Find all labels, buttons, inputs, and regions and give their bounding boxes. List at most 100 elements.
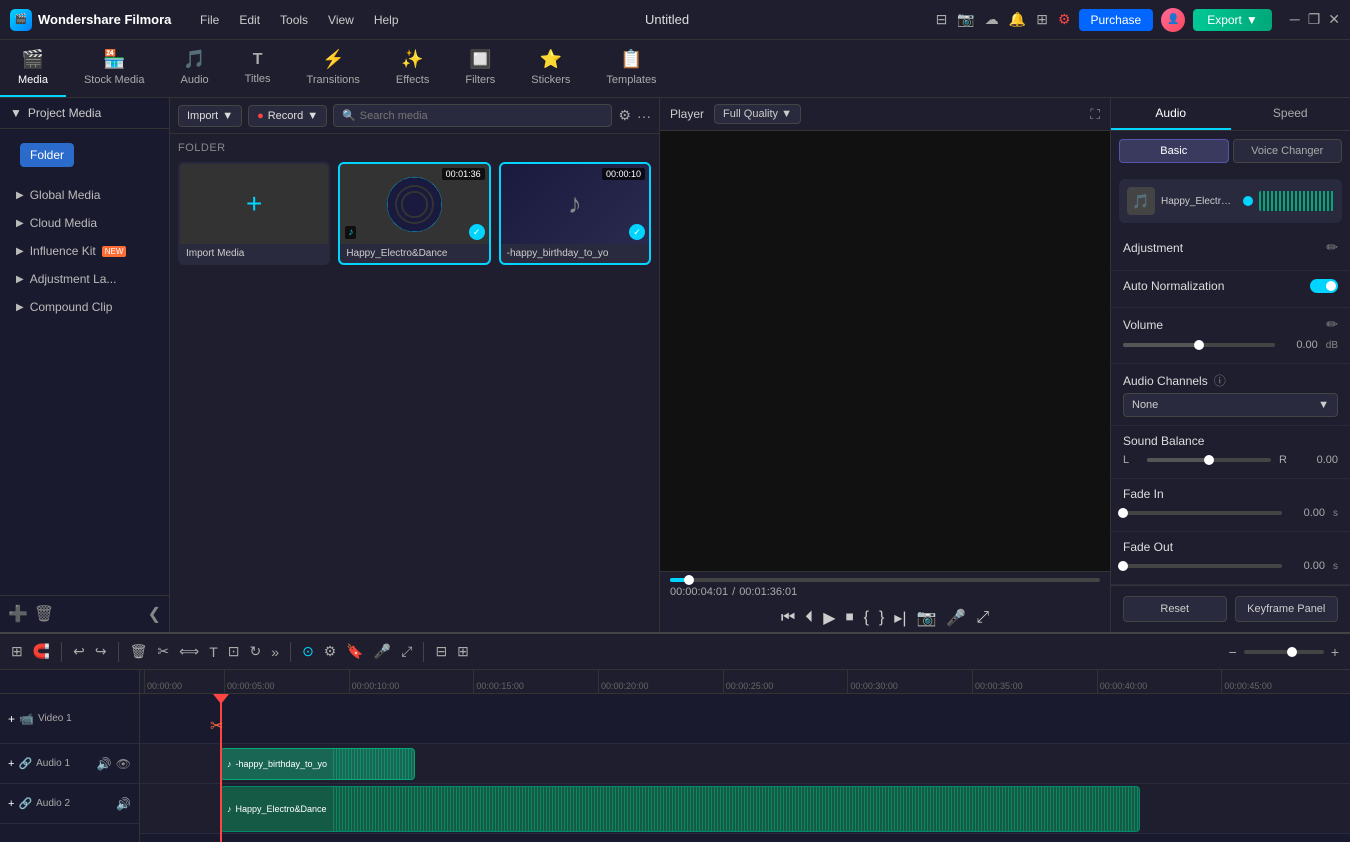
add-folder-icon[interactable]: ➕ — [8, 604, 28, 624]
project-media-header[interactable]: ▼ Project Media — [0, 98, 169, 129]
fade-out-slider[interactable] — [1123, 564, 1282, 568]
track-audio2-vol-icon[interactable]: 🔊 — [116, 797, 131, 811]
tl-crop-icon[interactable]: ⊡ — [225, 640, 243, 663]
tl-magnet-icon[interactable]: 🧲 — [30, 640, 53, 663]
track-audio1-add-icon[interactable]: + — [8, 758, 14, 770]
menu-view[interactable]: View — [328, 13, 354, 27]
tl-fit-icon[interactable]: ⤢ — [398, 640, 415, 663]
sidebar-item-adjustment-la[interactable]: ▶ Adjustment La... — [0, 265, 169, 293]
cloud-icon[interactable]: ☁ — [985, 11, 999, 28]
tab-transitions[interactable]: ⚡ Transitions — [289, 40, 378, 97]
window-restore-icon[interactable]: ❐ — [1308, 11, 1321, 28]
audio-clip-electro[interactable]: ♪ Happy_Electro&Dance — [220, 786, 1140, 832]
in-point-icon[interactable]: { — [864, 609, 869, 627]
tab-titles[interactable]: T Titles — [227, 40, 289, 97]
tab-templates[interactable]: 📋 Templates — [588, 40, 674, 97]
track-audio2-link-icon[interactable]: 🔗 — [18, 797, 32, 810]
search-input[interactable] — [360, 110, 604, 122]
fullscreen-icon[interactable]: ⛶ — [1090, 106, 1100, 123]
skip-back-icon[interactable]: ⏮ — [781, 609, 795, 627]
export-button[interactable]: Export ▼ — [1193, 9, 1272, 31]
adjustment-edit-icon[interactable]: ✏ — [1326, 239, 1338, 256]
window-close-icon[interactable]: ✕ — [1328, 11, 1340, 28]
keyframe-panel-button[interactable]: Keyframe Panel — [1235, 596, 1339, 622]
happy-birthday-item[interactable]: ♪ 00:00:10 ✓ -happy_birthday_to_yo — [499, 162, 651, 265]
tl-layout-icon[interactable]: ⊟ — [432, 640, 450, 663]
out-point-icon[interactable]: } — [879, 609, 884, 627]
track-audio1-vol-icon[interactable]: 🔊 — [97, 757, 112, 771]
tl-rotate-icon[interactable]: ↻ — [247, 640, 265, 663]
track-audio1-eye-icon[interactable]: 👁 — [116, 757, 131, 771]
menu-file[interactable]: File — [200, 13, 219, 27]
tl-select-icon[interactable]: ⊞ — [8, 640, 26, 663]
tab-filters[interactable]: 🔲 Filters — [447, 40, 513, 97]
tl-mic-icon[interactable]: 🎤 — [371, 640, 394, 663]
stop-icon[interactable]: ⏹ — [846, 609, 854, 627]
sidebar-item-cloud-media[interactable]: ▶ Cloud Media — [0, 209, 169, 237]
voice-icon[interactable]: 🎤 — [946, 608, 966, 628]
playhead[interactable]: ✂ — [220, 694, 222, 842]
sidebar-item-influence-kit[interactable]: ▶ Influence Kit NEW — [0, 237, 169, 265]
folder-button[interactable]: Folder — [20, 143, 74, 167]
tab-audio[interactable]: 🎵 Audio — [163, 40, 227, 97]
progress-track[interactable] — [670, 578, 1100, 582]
sound-balance-handle[interactable] — [1204, 455, 1214, 465]
audio-toggle[interactable] — [1243, 196, 1253, 206]
tl-delete-icon[interactable]: 🗑 — [127, 640, 151, 663]
menu-edit[interactable]: Edit — [239, 13, 260, 27]
sound-balance-slider[interactable] — [1147, 458, 1271, 462]
filter-icon[interactable]: ⚙ — [618, 107, 631, 124]
delete-folder-icon[interactable]: 🗑 — [34, 604, 54, 624]
tl-undo-icon[interactable]: ↩ — [70, 640, 88, 663]
mark-icon[interactable]: ▸| — [894, 608, 906, 628]
reset-button[interactable]: Reset — [1123, 596, 1227, 622]
camera-icon[interactable]: 📷 — [957, 11, 974, 28]
volume-edit-icon[interactable]: ✏ — [1326, 316, 1338, 333]
tl-zoom-in-icon[interactable]: + — [1328, 641, 1342, 663]
menu-help[interactable]: Help — [374, 13, 399, 27]
sidebar-item-global-media[interactable]: ▶ Global Media — [0, 181, 169, 209]
fade-in-slider[interactable] — [1123, 511, 1282, 515]
extra-icon[interactable]: ⤢ — [976, 609, 989, 627]
track-video1-add-icon[interactable]: + — [8, 712, 15, 726]
bell-icon[interactable]: 🔔 — [1009, 11, 1026, 28]
tl-marker-icon[interactable]: 🔖 — [343, 640, 366, 663]
track-audio2-add-icon[interactable]: + — [8, 798, 14, 810]
panel-tab-speed[interactable]: Speed — [1231, 98, 1350, 130]
minimize-icon[interactable]: ⊟ — [936, 11, 948, 28]
volume-slider-handle[interactable] — [1194, 340, 1204, 350]
fade-out-handle[interactable] — [1118, 561, 1128, 571]
tab-effects[interactable]: ✨ Effects — [378, 40, 447, 97]
zoom-slider[interactable] — [1244, 650, 1324, 654]
tab-media[interactable]: 🎬 Media — [0, 40, 66, 97]
apps-icon[interactable]: ⊞ — [1036, 11, 1048, 28]
tab-stickers[interactable]: ⭐ Stickers — [513, 40, 588, 97]
tl-gear-icon[interactable]: ⚙ — [321, 640, 340, 663]
tl-zoom-out-icon[interactable]: − — [1226, 641, 1240, 663]
record-button[interactable]: ● Record ▼ — [248, 105, 327, 127]
audio-clip-birthday[interactable]: ♪ -happy_birthday_to_yo — [220, 748, 415, 780]
purchase-button[interactable]: Purchase — [1079, 9, 1154, 31]
tl-more-icon[interactable]: » — [268, 641, 282, 663]
fade-in-handle[interactable] — [1118, 508, 1128, 518]
tl-snap-icon[interactable]: ⊙ — [299, 640, 317, 663]
tl-text-icon[interactable]: T — [206, 641, 221, 663]
search-box[interactable]: 🔍 — [333, 104, 612, 127]
import-media-item[interactable]: + Import Media — [178, 162, 330, 265]
tl-redo-icon[interactable]: ↪ — [92, 640, 110, 663]
import-button[interactable]: Import ▼ — [178, 105, 242, 127]
auto-norm-toggle[interactable] — [1310, 279, 1338, 293]
window-minimize-icon[interactable]: ─ — [1290, 11, 1300, 28]
volume-slider[interactable] — [1123, 343, 1275, 347]
snapshot-icon[interactable]: 📷 — [916, 608, 936, 628]
zoom-handle[interactable] — [1287, 647, 1297, 657]
tl-split-icon[interactable]: ✂ — [154, 640, 172, 663]
sidebar-item-compound-clip[interactable]: ▶ Compound Clip — [0, 293, 169, 321]
play-icon[interactable]: ▶ — [823, 608, 835, 628]
settings-icon[interactable]: ⚙ — [1058, 11, 1071, 28]
menu-tools[interactable]: Tools — [280, 13, 308, 27]
frame-back-icon[interactable]: ⏴ — [805, 609, 813, 627]
mode-tab-basic[interactable]: Basic — [1119, 139, 1229, 163]
tab-stock-media[interactable]: 🏪 Stock Media — [66, 40, 163, 97]
user-avatar[interactable]: 👤 — [1161, 8, 1185, 32]
